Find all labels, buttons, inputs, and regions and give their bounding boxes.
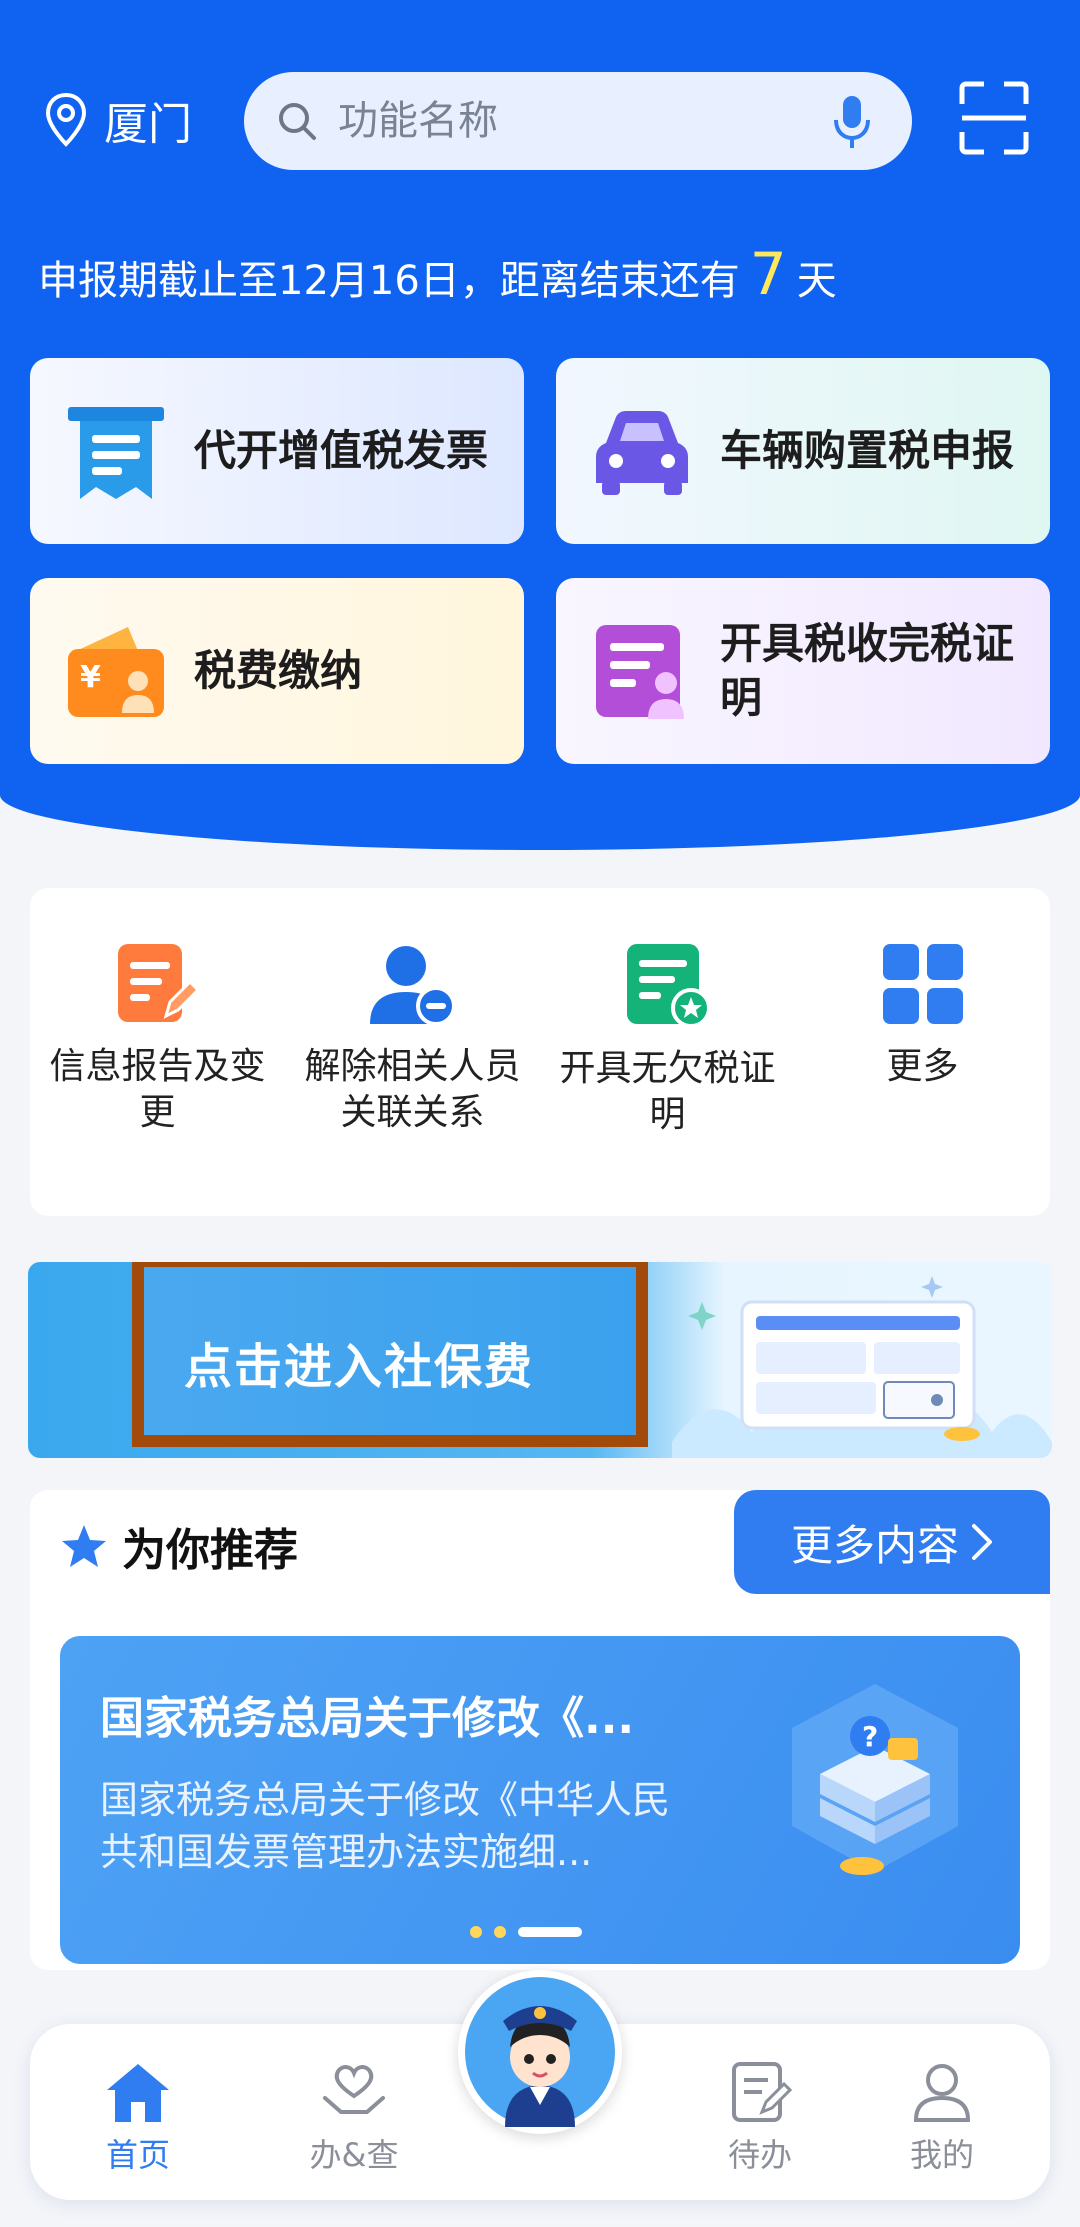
heart-hand-icon [323,2065,385,2114]
service-more[interactable]: 更多 [795,888,1050,1216]
home-icon [107,2064,169,2122]
star-icon [62,1525,106,1567]
quick-action-label: 开具税收完税证明 [720,619,1015,722]
banner-text: 点击进入社保费 [184,1339,535,1395]
invoice-icon [68,407,164,499]
search-input[interactable] [336,97,810,145]
more-content-button[interactable]: 更多内容 [734,1490,1050,1594]
quick-action-tax-certificate[interactable]: 开具税收完税证明 [556,578,1050,764]
car-icon [596,411,688,495]
deadline-days: 7 [749,240,787,308]
service-remove-relation[interactable]: 解除相关人员关联关系 [285,888,540,1216]
service-label: 更多 [886,1046,959,1087]
todo-edit-icon [732,2062,792,2122]
social-security-banner[interactable]: 点击进入社保费 [28,1262,1052,1458]
carousel-dot [494,1926,506,1938]
banner-highlight-box[interactable]: 点击进入社保费 [132,1262,648,1447]
tab-label: 待办 [727,2136,792,2174]
assistant-avatar-button[interactable] [458,1970,622,2134]
service-grid: 信息报告及变更 解除相关人员关联关系 开具无欠税证明 更多 [30,888,1050,1216]
article-description: 国家税务总局关于修改《中华人民共和国发票管理办法实施细... [100,1778,671,1874]
svg-text:?: ? [862,1720,878,1753]
tab-label: 办&查 [309,2136,399,2174]
service-label: 信息报告及变更 [49,1046,266,1133]
tab-label: 首页 [105,2136,170,2174]
search-bar[interactable] [244,72,912,170]
recommend-title: 为你推荐 [122,1525,298,1576]
certificate-icon [596,625,684,719]
article-card[interactable]: 国家税务总局关于修改《... 国家税务总局关于修改《中华人民共和国发票管理办法实… [60,1636,1020,1964]
tab-mine[interactable]: 我的 [852,2060,1032,2176]
chevron-right-icon [972,1524,992,1560]
carousel-dot [470,1926,482,1938]
quick-action-label: 代开增值税发票 [194,426,489,475]
recommend-section: 为你推荐 更多内容 国家税务总局关于修改《... 国家税务总局关于修改《中华人民… [30,1490,1050,1970]
wallet-icon: ¥ [68,627,164,717]
top-bar: 厦门 [0,60,1080,180]
tab-service[interactable]: 办&查 [264,2060,444,2176]
quick-action-vehicle-tax[interactable]: 车辆购置税申报 [556,358,1050,544]
service-label: 解除相关人员关联关系 [304,1046,521,1133]
tab-home[interactable]: 首页 [48,2060,228,2176]
microphone-icon[interactable] [832,94,872,150]
deadline-notice: 申报期截止至12月16日，距离结束还有 7 天 [38,240,837,308]
more-content-label: 更多内容 [790,1520,959,1570]
carousel-indicator [470,1926,582,1938]
location-selector[interactable]: 厦门 [44,90,192,150]
deadline-prefix: 申报期截止至12月16日，距离结束还有 [38,258,740,304]
tab-label: 我的 [909,2136,974,2174]
quick-action-tax-payment[interactable]: ¥ 税费缴纳 [30,578,524,764]
recommend-header: 为你推荐 [60,1514,298,1578]
deadline-suffix: 天 [796,258,837,304]
banner-illustration [672,1276,1052,1458]
location-pin-icon [45,92,87,147]
report-edit-icon [117,944,200,1022]
article-illustration: ? [792,1684,958,1875]
search-icon [279,103,316,140]
article-title: 国家税务总局关于修改《... [100,1693,635,1744]
service-info-report[interactable]: 信息报告及变更 [30,888,285,1216]
scan-icon[interactable] [958,80,1030,156]
tab-todo[interactable]: 待办 [670,2060,850,2176]
carousel-dot-active [518,1927,582,1937]
quick-action-label: 车辆购置税申报 [720,426,1015,475]
quick-action-label: 税费缴纳 [194,646,363,695]
svg-text:¥: ¥ [80,660,101,695]
tax-officer-avatar-icon [465,1977,615,2127]
user-remove-icon [369,946,456,1026]
quick-action-invoice[interactable]: 代开增值税发票 [30,358,524,544]
grid-icon [882,944,963,1024]
city-name: 厦门 [104,99,192,150]
user-icon [913,2064,971,2122]
service-no-arrears-certificate[interactable]: 开具无欠税证明 [540,888,795,1216]
service-label: 开具无欠税证明 [559,1048,776,1135]
certificate-star-icon [626,944,711,1028]
